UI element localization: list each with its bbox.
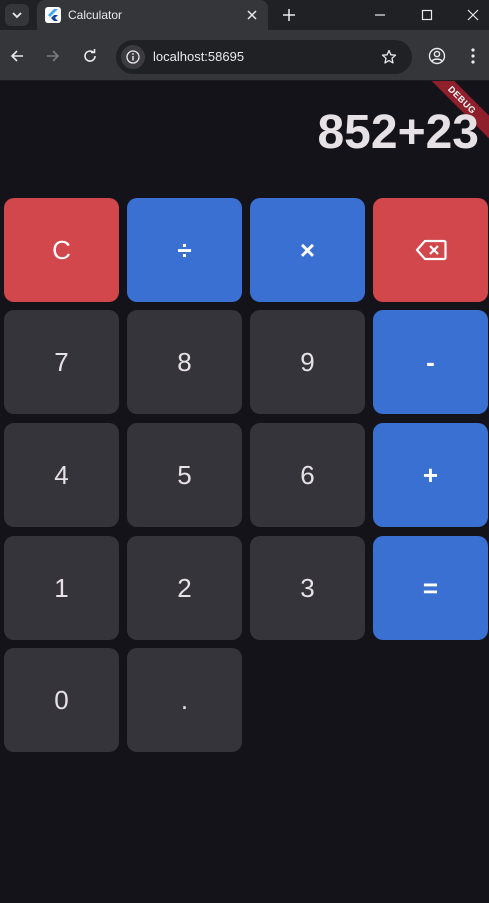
digit-1-button[interactable]: 1 bbox=[4, 536, 119, 640]
plus-icon bbox=[283, 9, 295, 21]
minimize-icon bbox=[375, 14, 385, 16]
tab-close-button[interactable] bbox=[244, 7, 260, 23]
info-icon bbox=[126, 50, 140, 64]
backspace-button[interactable] bbox=[373, 198, 488, 302]
site-info-button[interactable] bbox=[121, 45, 145, 69]
window-close-button[interactable] bbox=[461, 3, 485, 27]
browser-toolbar: localhost:58695 bbox=[0, 30, 489, 81]
star-icon bbox=[381, 49, 397, 64]
close-icon bbox=[247, 10, 257, 20]
browser-tab-active[interactable]: Calculator bbox=[37, 0, 268, 30]
url-text: localhost:58695 bbox=[153, 49, 245, 64]
digit-9-button[interactable]: 9 bbox=[250, 310, 365, 414]
browser-tabstrip: Calculator bbox=[0, 0, 489, 30]
close-icon bbox=[467, 9, 479, 21]
digit-4-button[interactable]: 4 bbox=[4, 423, 119, 527]
backspace-icon bbox=[415, 239, 447, 261]
equals-button[interactable]: = bbox=[373, 536, 488, 640]
reload-button[interactable] bbox=[80, 46, 100, 66]
maximize-button[interactable] bbox=[415, 3, 439, 27]
flutter-icon bbox=[45, 7, 61, 23]
arrow-right-icon bbox=[47, 50, 60, 62]
bookmark-button[interactable] bbox=[380, 48, 398, 66]
multiply-button[interactable]: × bbox=[250, 198, 365, 302]
tab-search-button[interactable] bbox=[5, 4, 29, 26]
browser-menu-button[interactable] bbox=[463, 46, 483, 66]
address-bar[interactable]: localhost:58695 bbox=[116, 40, 412, 74]
digit-7-button[interactable]: 7 bbox=[4, 310, 119, 414]
maximize-icon bbox=[421, 9, 433, 21]
plus-button[interactable]: + bbox=[373, 423, 488, 527]
profile-button[interactable] bbox=[427, 46, 447, 66]
clear-button[interactable]: C bbox=[4, 198, 119, 302]
calculator-display: 852+23 bbox=[317, 106, 479, 159]
digit-3-button[interactable]: 3 bbox=[250, 536, 365, 640]
divide-button[interactable]: ÷ bbox=[127, 198, 242, 302]
more-vertical-icon bbox=[471, 48, 475, 64]
chevron-down-icon bbox=[12, 12, 22, 19]
arrow-left-icon bbox=[10, 50, 23, 62]
reload-icon bbox=[84, 49, 96, 62]
tab-title: Calculator bbox=[68, 8, 123, 22]
digit-2-button[interactable]: 2 bbox=[127, 536, 242, 640]
profile-icon bbox=[428, 47, 446, 65]
decimal-button[interactable]: . bbox=[127, 648, 242, 752]
minimize-button[interactable] bbox=[368, 3, 392, 27]
new-tab-button[interactable] bbox=[279, 5, 299, 25]
calculator-app: DEBUG 852+23 C ÷ × 7 8 9 - 4 5 6 + 1 2 3… bbox=[0, 81, 489, 903]
digit-6-button[interactable]: 6 bbox=[250, 423, 365, 527]
digit-5-button[interactable]: 5 bbox=[127, 423, 242, 527]
digit-8-button[interactable]: 8 bbox=[127, 310, 242, 414]
digit-0-button[interactable]: 0 bbox=[4, 648, 119, 752]
minus-button[interactable]: - bbox=[373, 310, 488, 414]
forward-button[interactable] bbox=[43, 46, 63, 66]
back-button[interactable] bbox=[7, 46, 27, 66]
